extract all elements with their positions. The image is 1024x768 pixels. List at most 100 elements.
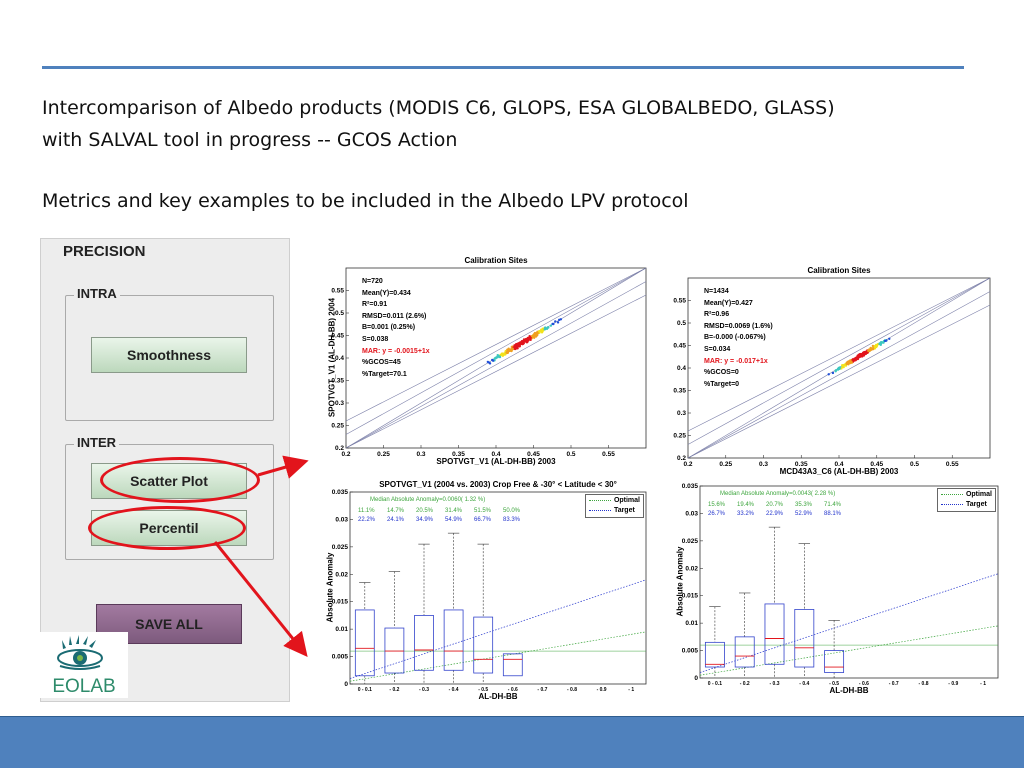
y-tick-label: 0.02: [685, 565, 698, 572]
y-tick-label: 0.005: [332, 654, 349, 661]
stat-line: B=0.001 (0.25%): [362, 324, 416, 332]
data-point: [556, 321, 560, 324]
stat-line: S=0.034: [704, 345, 731, 353]
stat-line: N=1434: [704, 288, 729, 295]
x-tick-label: - 0.4: [449, 687, 459, 693]
x-tick-label: - 0.8: [567, 687, 577, 693]
stats-box: N=720 Mean(Y)=0.434 R²=0.91 RMSD=0.011 (2.6…: [362, 276, 430, 380]
median-label: Median Absolute Anomaly=0.0043( 2.28 %): [720, 491, 836, 497]
data-point: [534, 332, 537, 335]
data-point: [879, 343, 882, 347]
x-tick-label: 0.55: [946, 461, 959, 468]
optimal-percent: 71.4%: [824, 502, 842, 508]
data-point: [868, 348, 871, 351]
data-point: [842, 363, 846, 367]
x-tick-label: 0.5: [910, 461, 919, 468]
optimal-percent: 20.7%: [766, 502, 784, 508]
target-percent: 26.7%: [708, 511, 726, 517]
stats-box: N=1434 Mean(Y)=0.427 R²=0.96 RMSD=0.0069 (1…: [704, 286, 773, 390]
data-point: [554, 320, 557, 323]
legend-label: Target: [613, 507, 635, 514]
stat-line: %GCOS=0: [704, 369, 739, 377]
data-point: [491, 359, 495, 362]
x-tick-label: 0.3: [416, 451, 425, 458]
target-percent: 24.1%: [387, 517, 405, 523]
data-point: [836, 367, 840, 371]
y-tick-label: 0.01: [685, 620, 698, 627]
arrow-to-percentile: [213, 541, 308, 658]
optimal-percent: 14.7%: [387, 508, 405, 514]
y-tick-label: 0: [344, 681, 348, 688]
logo-wordmark: EOLAB: [52, 676, 115, 697]
scatter-chart-1: 0.2 0.25 0.3 0.35 0.4 0.45 0.5 0.55 0.2 0.25 0.3 0.…: [316, 250, 648, 468]
data-point: [494, 356, 498, 360]
data-point: [881, 341, 884, 344]
target-percent: 88.1%: [824, 511, 842, 517]
target-percent: 22.9%: [766, 511, 784, 517]
data-point: [827, 373, 830, 376]
x-axis-label: SPOTVGT_V1 (AL-DH-BB) 2003: [436, 457, 556, 466]
optimal-percent: 15.6%: [708, 502, 726, 508]
data-point: [543, 328, 546, 331]
x-tick-label: - 0.4: [799, 681, 809, 687]
stat-line: RMSD=0.011 (2.6%): [362, 312, 427, 320]
chart-title: Calibration Sites: [807, 266, 871, 275]
data-point: [524, 338, 527, 342]
box-chart-2: 0 0.005 0.01 0.015 0.02 0.025 0.03 0.035 0 - 0.1…: [668, 478, 1002, 698]
data-point: [866, 351, 869, 354]
data-point: [531, 334, 535, 337]
optimal-percent: 11.1%: [358, 508, 375, 514]
data-point: [849, 361, 852, 364]
data-point: [552, 322, 555, 326]
x-tick-label: - 0.3: [419, 687, 429, 693]
x-tick-label: 0 - 0.1: [358, 687, 372, 693]
data-point: [506, 351, 509, 355]
x-axis-label: AL-DH-BB: [478, 692, 518, 701]
x-tick-label: 0.5: [566, 451, 575, 458]
x-tick-label: 0.25: [719, 461, 732, 468]
x-tick-label: 0.2: [683, 461, 692, 468]
arrow-to-scatter: [257, 455, 309, 479]
legend-label: Optimal: [613, 497, 640, 504]
data-point: [527, 337, 530, 340]
optimal-percent: 31.4%: [445, 508, 463, 514]
stat-mar: MAR: y = -0.017+1x: [704, 357, 768, 365]
stat-line: %Target=0: [704, 380, 740, 388]
target-percent: 33.2%: [737, 511, 755, 517]
optimal-percent: 19.4%: [737, 502, 755, 508]
x-tick-label: 0.3: [759, 461, 768, 468]
stat-line: R²=0.96: [704, 311, 730, 319]
y-axis-label: Absolute Anomaly: [325, 552, 335, 623]
y-tick-label: 0.3: [677, 410, 686, 417]
legend: Optimal Target: [584, 494, 644, 518]
data-point: [845, 362, 849, 366]
data-point: [859, 354, 862, 357]
y-tick-label: 0.2: [677, 455, 686, 462]
data-point: [509, 348, 512, 351]
y-axis-label: Absolute Anomaly: [675, 546, 685, 617]
y-tick-label: 0.02: [335, 571, 348, 578]
data-point: [520, 340, 524, 343]
slide: Intercomparison of Albedo products (MODI…: [0, 0, 1024, 768]
target-percent: 52.9%: [795, 511, 813, 517]
data-point: [883, 339, 887, 343]
y-tick-label: 0.03: [685, 510, 698, 517]
stat-line: B=-0.000 (-0.067%): [704, 334, 766, 342]
stat-line: R²=0.91: [362, 301, 388, 309]
data-point: [851, 358, 855, 361]
target-percent: 34.9%: [416, 517, 434, 523]
target-percent: 66.7%: [474, 517, 492, 523]
data-point: [834, 370, 837, 373]
data-point: [861, 353, 864, 357]
legend-swatch: [940, 503, 963, 505]
median-label: Median Absolute Anomaly=0.0060( 1.32 %): [370, 497, 486, 503]
optimal-percent: 51.5%: [474, 508, 492, 514]
target-percent: 83.3%: [503, 517, 521, 523]
y-tick-label: 0: [694, 675, 698, 682]
y-tick-label: 0.01: [335, 626, 348, 633]
x-tick-label: - 0.2: [740, 681, 750, 687]
data-point: [863, 352, 866, 355]
legend-swatch: [588, 499, 611, 501]
x-tick-label: 0.55: [602, 451, 615, 458]
stat-line: %GCOS=45: [362, 359, 401, 367]
